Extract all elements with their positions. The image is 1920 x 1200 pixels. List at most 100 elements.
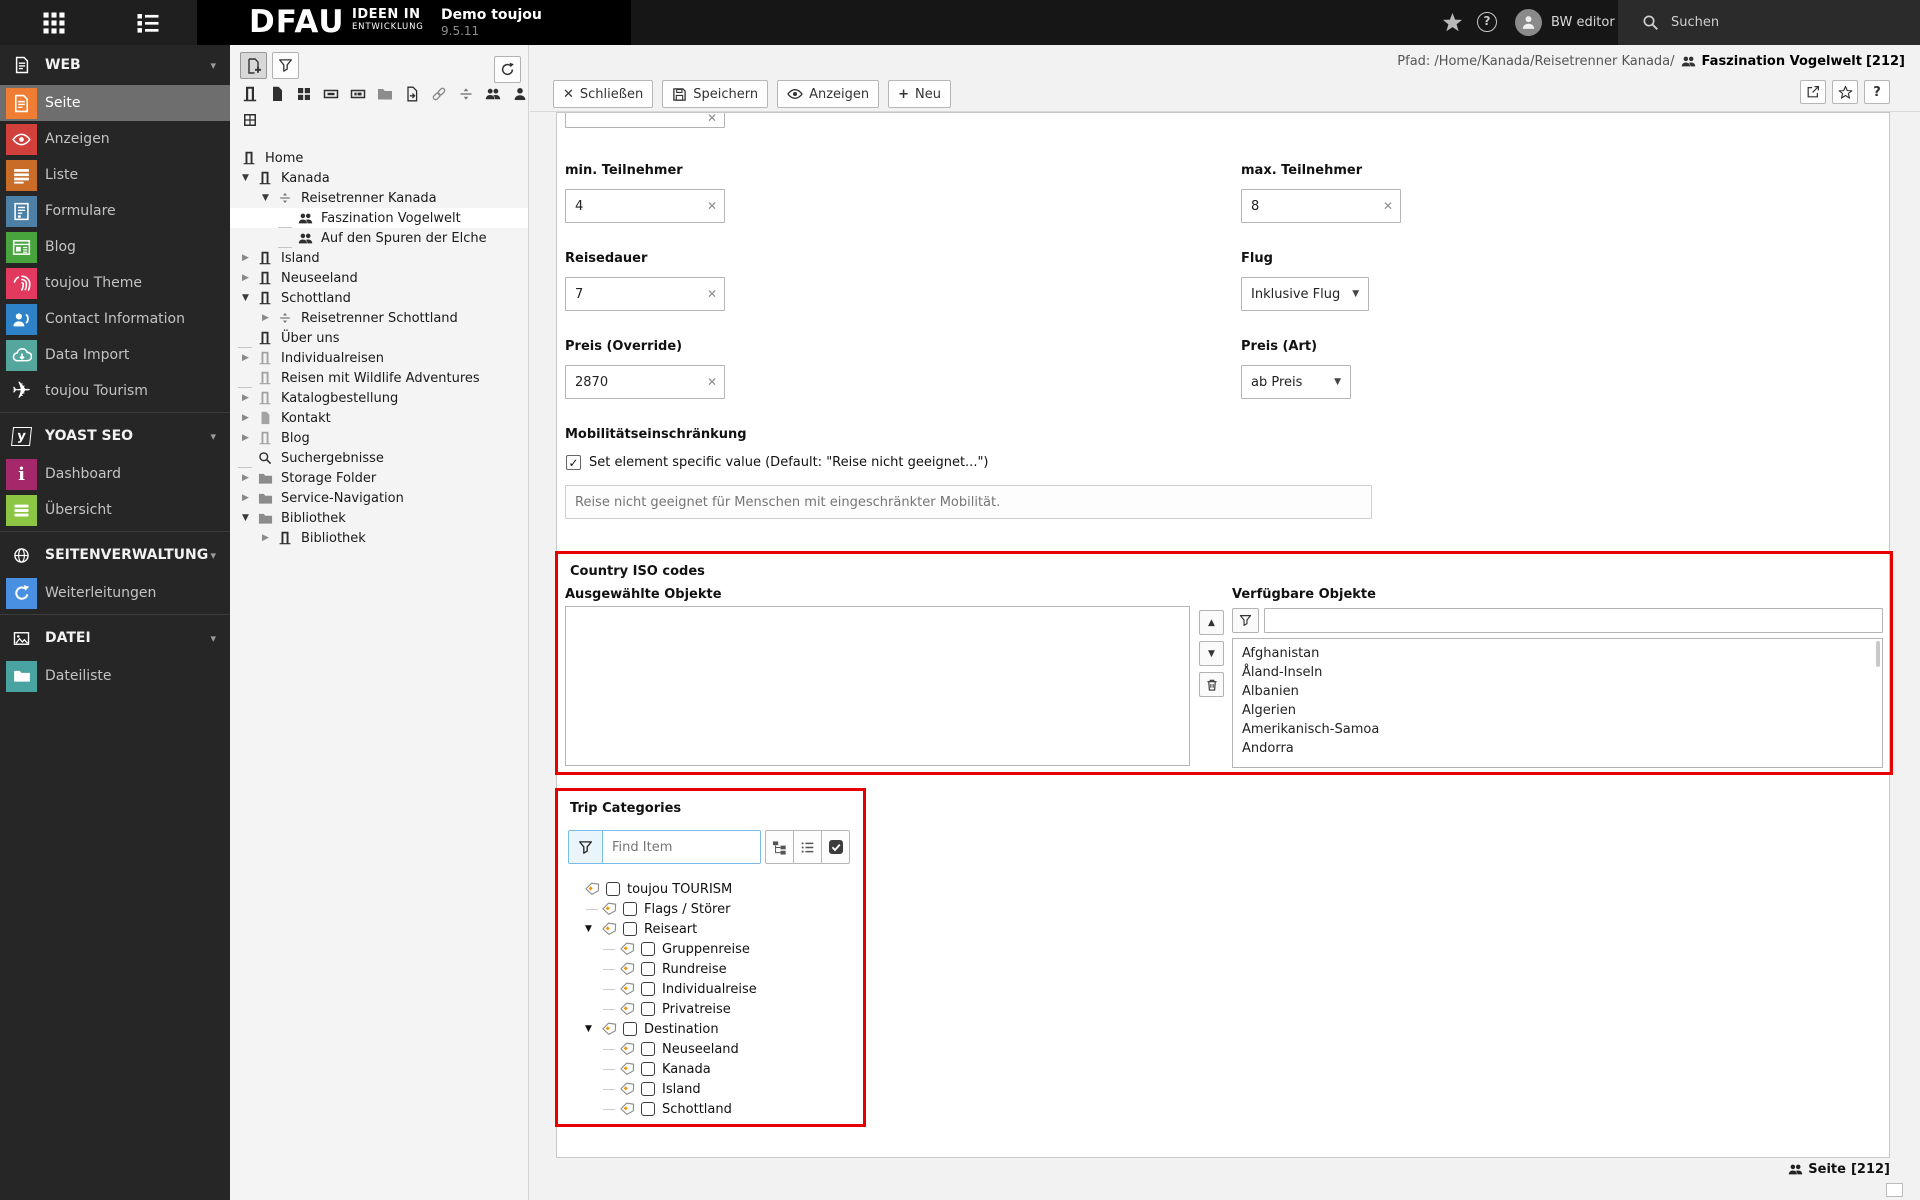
checkbox-checked-icon[interactable]: ✓ — [566, 455, 581, 470]
pagetree-node-reisen-mit-wildlife-adventures[interactable]: Reisen mit Wildlife Adventures — [230, 368, 528, 388]
save-button[interactable]: Speichern — [662, 80, 769, 108]
move-down-button[interactable]: ▼ — [1199, 641, 1224, 666]
expander-closed-icon[interactable]: ▶ — [242, 473, 258, 483]
category-rundreise[interactable]: Rundreise — [565, 959, 757, 979]
expander-closed-icon[interactable]: ▶ — [262, 313, 278, 323]
list-view-button[interactable] — [793, 830, 822, 864]
clear-icon[interactable]: ✕ — [707, 376, 717, 388]
expander-open-icon[interactable]: ▼ — [242, 293, 258, 303]
category-reiseart[interactable]: ▼ Reiseart — [565, 919, 757, 939]
duration-input[interactable] — [565, 277, 725, 311]
country-option[interactable]: Andorra — [1233, 739, 1882, 758]
category-flags-stoerer[interactable]: Flags / Störer — [565, 899, 757, 919]
help-icon[interactable]: ? — [1477, 12, 1497, 32]
modules-grid-icon[interactable] — [42, 11, 66, 35]
country-option[interactable]: Amerikanisch-Samoa — [1233, 720, 1882, 739]
pagetree-node-home[interactable]: Home — [230, 148, 528, 168]
expander-open-icon[interactable]: ▼ — [262, 193, 278, 203]
expander-open-icon[interactable]: ▼ — [585, 1024, 592, 1034]
sidebar-item-blog[interactable]: Blog — [0, 229, 230, 265]
sidebar-item-seite[interactable]: Seite — [0, 85, 230, 121]
drag-content-grid-icon[interactable] — [242, 112, 258, 128]
pagetree-node-auf-den-spuren-der-elche[interactable]: Auf den Spuren der Elche — [230, 228, 528, 248]
pagetree-node-storage-folder[interactable]: ▶ Storage Folder — [230, 468, 528, 488]
category-privatreise[interactable]: Privatreise — [565, 999, 757, 1019]
new-page-button[interactable] — [240, 52, 267, 79]
pagetree-node-service-navigation[interactable]: ▶ Service-Navigation — [230, 488, 528, 508]
drag-shortcut-icon[interactable] — [404, 86, 420, 102]
expander-open-icon[interactable]: ▼ — [585, 924, 592, 934]
sidebar-item-uebersicht[interactable]: Übersicht — [0, 492, 230, 528]
country-option[interactable]: Algerien — [1233, 701, 1882, 720]
category-toujou-tourism[interactable]: toujou TOURISM — [565, 879, 757, 899]
scrollbar-thumb[interactable] — [1876, 641, 1880, 667]
pagetree-node-schottland[interactable]: ▼ Schottland — [230, 288, 528, 308]
site-title[interactable]: Demo toujou — [441, 7, 542, 23]
sidebar-item-anzeigen[interactable]: Anzeigen — [0, 121, 230, 157]
checkbox[interactable] — [623, 902, 637, 916]
user-menu[interactable]: BW editor — [1515, 9, 1615, 36]
drag-user-section-icon[interactable] — [485, 86, 501, 102]
filter-tree-button[interactable] — [272, 52, 299, 79]
pagetree-node-katalogbestellung[interactable]: ▶ Katalogbestellung — [230, 388, 528, 408]
sidebar-item-weiterleitungen[interactable]: Weiterleitungen — [0, 575, 230, 611]
bookmark-button[interactable] — [1832, 80, 1858, 104]
find-item-input[interactable] — [603, 831, 760, 863]
module-menu-toggle-icon[interactable] — [136, 11, 160, 35]
move-up-button[interactable]: ▲ — [1199, 610, 1224, 635]
close-button[interactable]: ✕ Schließen — [553, 80, 654, 108]
expander-open-icon[interactable]: ▼ — [242, 513, 258, 523]
drag-mountpoint-icon[interactable] — [350, 86, 366, 102]
refresh-tree-button[interactable] — [494, 56, 521, 83]
category-island[interactable]: Island — [565, 1079, 757, 1099]
min-participants-input[interactable] — [565, 189, 725, 223]
category-individualreise[interactable]: Individualreise — [565, 979, 757, 999]
category-destination[interactable]: ▼ Destination — [565, 1019, 757, 1039]
checkbox[interactable] — [641, 1042, 655, 1056]
delete-button[interactable] — [1199, 672, 1224, 697]
checkbox[interactable] — [641, 1102, 655, 1116]
drag-folder-icon[interactable] — [377, 86, 393, 102]
global-search[interactable]: Suchen — [1618, 0, 1920, 45]
expander-closed-icon[interactable]: ▶ — [242, 393, 258, 403]
max-participants-input[interactable] — [1241, 189, 1401, 223]
cutoff-input[interactable] — [565, 113, 725, 128]
pagetree-node-bibliothek-child[interactable]: ▶ Bibliothek — [230, 528, 528, 548]
section-header-seitenverwaltung[interactable]: SEITENVERWALTUNG ▾ — [0, 535, 230, 575]
section-header-datei[interactable]: DATEI ▾ — [0, 618, 230, 658]
drag-spacer-icon[interactable] — [458, 86, 474, 102]
pagetree-node-kanada[interactable]: ▼ Kanada — [230, 168, 528, 188]
flight-select[interactable]: Inklusive Flug ▼ — [1241, 277, 1370, 311]
checkbox[interactable] — [623, 1022, 637, 1036]
sidebar-item-contact-information[interactable]: Contact Information — [0, 301, 230, 337]
pagetree-node-ueber-uns[interactable]: Über uns — [230, 328, 528, 348]
country-option[interactable]: Afghanistan — [1233, 644, 1882, 663]
expander-closed-icon[interactable]: ▶ — [242, 253, 258, 263]
clear-icon[interactable]: ✕ — [707, 288, 717, 300]
sidebar-item-dateiliste[interactable]: Dateiliste — [0, 658, 230, 694]
category-neuseeland[interactable]: Neuseeland — [565, 1039, 757, 1059]
open-in-new-button[interactable] — [1800, 80, 1826, 104]
drag-file-icon[interactable] — [269, 86, 285, 102]
drag-page-icon[interactable] — [242, 86, 258, 102]
price-override-input[interactable] — [565, 365, 725, 399]
pagetree-node-individualreisen[interactable]: ▶ Individualreisen — [230, 348, 528, 368]
pagetree-node-reisetrenner-schottland[interactable]: ▶ Reisetrenner Schottland — [230, 308, 528, 328]
pagetree-node-faszination-vogelwelt[interactable]: Faszination Vogelwelt — [230, 208, 528, 228]
pagetree-node-reisetrenner-kanada[interactable]: ▼ Reisetrenner Kanada — [230, 188, 528, 208]
expander-closed-icon[interactable]: ▶ — [242, 413, 258, 423]
checkbox[interactable] — [641, 942, 655, 956]
checkbox[interactable] — [623, 922, 637, 936]
clear-icon[interactable]: ✕ — [707, 113, 717, 124]
expander-closed-icon[interactable]: ▶ — [242, 353, 258, 363]
select-all-button[interactable] — [821, 830, 850, 864]
pagetree-node-bibliothek[interactable]: ▼ Bibliothek — [230, 508, 528, 528]
expander-closed-icon[interactable]: ▶ — [242, 273, 258, 283]
drag-link-icon[interactable] — [431, 86, 447, 102]
category-gruppenreise[interactable]: Gruppenreise — [565, 939, 757, 959]
available-filter-input[interactable] — [1264, 608, 1883, 633]
selected-objects-listbox[interactable] — [565, 606, 1190, 766]
checkbox[interactable] — [641, 1082, 655, 1096]
drag-backend-section-icon[interactable] — [323, 86, 339, 102]
pagetree-node-island[interactable]: ▶ Island — [230, 248, 528, 268]
